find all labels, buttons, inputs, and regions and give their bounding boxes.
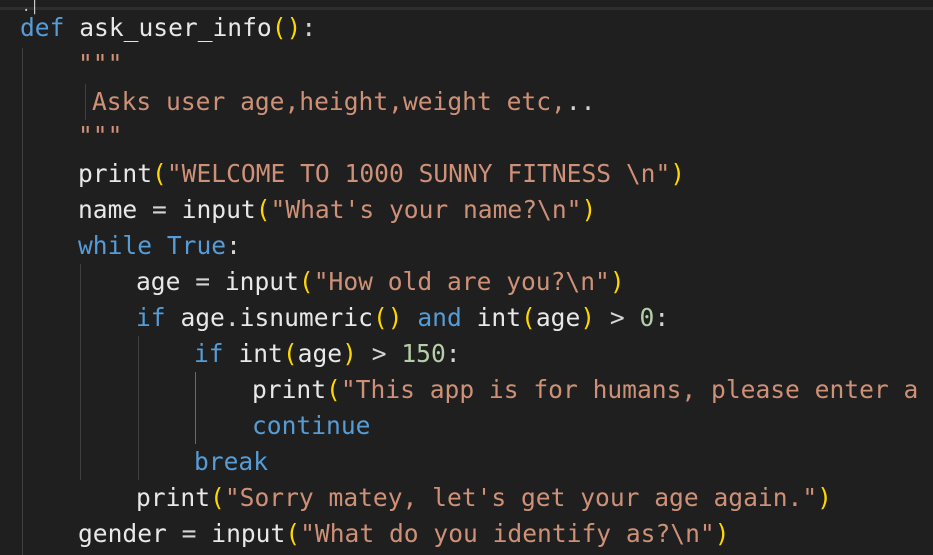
- code-token: (): [271, 13, 302, 42]
- code-token: 150: [401, 339, 446, 368]
- code-token: age: [180, 303, 225, 332]
- code-token: :: [445, 339, 461, 368]
- code-token: isnumeric: [239, 303, 373, 332]
- code-token: name: [78, 195, 138, 224]
- code-token: input: [224, 267, 299, 296]
- code-token: ): [580, 303, 596, 332]
- code-line-4[interactable]: """: [78, 118, 122, 154]
- code-token: >: [595, 303, 640, 332]
- indent-guide-level-1: [22, 48, 23, 555]
- code-line-2[interactable]: """: [78, 46, 122, 82]
- code-token: age: [297, 339, 343, 368]
- code-token: ): [581, 195, 597, 224]
- code-token: (: [210, 483, 225, 512]
- code-token: if: [136, 303, 166, 332]
- code-token: print: [78, 159, 153, 188]
- code-line-3[interactable]: Asks user age,height,weight etc,..: [92, 84, 595, 120]
- docstring-guide: [85, 84, 86, 120]
- code-line-10[interactable]: if int(age) > 150:: [194, 336, 461, 372]
- code-token: "Sorry matey, let's get your age again.": [224, 483, 818, 512]
- code-token: ): [670, 159, 686, 188]
- code-line-8[interactable]: age = input("How old are you?\n"): [136, 264, 625, 300]
- code-token: "How old are you?\n": [313, 267, 610, 296]
- code-token: True: [166, 231, 227, 260]
- code-token: continue: [252, 411, 371, 440]
- code-token: =: [166, 519, 212, 548]
- code-line-5[interactable]: print("WELCOME TO 1000 SUNNY FITNESS \n"…: [78, 156, 685, 192]
- code-token: Asks user age,height,weight etc,: [92, 87, 566, 116]
- code-token: ): [342, 339, 357, 368]
- code-line-7[interactable]: while True:: [78, 228, 241, 264]
- code-token: ): [609, 267, 625, 296]
- code-token: ): [714, 519, 730, 548]
- code-token: int: [238, 339, 283, 368]
- code-token: input: [181, 195, 256, 224]
- code-line-1[interactable]: def ask_user_info():: [20, 10, 316, 46]
- code-token: (: [521, 303, 536, 332]
- code-line-15[interactable]: gender = input("What do you identify as?…: [78, 516, 730, 552]
- code-line-12[interactable]: continue: [252, 408, 370, 444]
- code-token: 0: [639, 303, 655, 332]
- code-token: =: [180, 267, 225, 296]
- indent-guide-level-2: [80, 264, 81, 480]
- code-token: (): [372, 303, 403, 332]
- code-token: input: [211, 519, 286, 548]
- code-token: age: [535, 303, 581, 332]
- code-token: "What's your name?\n": [270, 195, 582, 224]
- code-token: :: [301, 13, 317, 42]
- code-line-11[interactable]: print("This app is for humans, please en…: [252, 372, 933, 408]
- code-token: .: [224, 303, 240, 332]
- code-token: >: [356, 339, 402, 368]
- code-token: while: [78, 231, 153, 260]
- code-token: print: [252, 375, 327, 404]
- code-token: (: [152, 159, 167, 188]
- code-token: (: [282, 339, 298, 368]
- code-token: (: [255, 195, 271, 224]
- code-token: """: [78, 121, 123, 150]
- code-line-14[interactable]: print("Sorry matey, let's get your age a…: [136, 480, 832, 516]
- code-token: :: [226, 231, 241, 260]
- code-line-6[interactable]: name = input("What's your name?\n"): [78, 192, 596, 228]
- code-line-13[interactable]: break: [194, 444, 268, 480]
- code-token: ask_user_info: [79, 13, 272, 42]
- code-token: break: [194, 447, 269, 476]
- code-token: gender: [78, 519, 167, 548]
- code-token: "This app is for humans, please enter a …: [340, 375, 933, 404]
- code-token: ..: [565, 87, 596, 116]
- code-line-9[interactable]: if age.isnumeric() and int(age) > 0:: [136, 300, 669, 336]
- code-token: =: [137, 195, 182, 224]
- code-token: :: [654, 303, 670, 332]
- code-token: (: [285, 519, 301, 548]
- code-token: ): [817, 483, 832, 512]
- code-token: and: [417, 303, 462, 332]
- code-token: "What do you identify as?\n": [300, 519, 715, 548]
- code-token: print: [136, 483, 211, 512]
- code-token: age: [136, 267, 181, 296]
- code-token: (: [298, 267, 314, 296]
- code-editor[interactable]: .| def ask_user_info(): """ Asks user ag…: [0, 0, 933, 555]
- code-token: (: [326, 375, 341, 404]
- indent-guide-level-4: [195, 372, 196, 444]
- code-token: int: [476, 303, 522, 332]
- code-token: "WELCOME TO 1000 SUNNY FITNESS \n": [166, 159, 671, 188]
- code-token: if: [194, 339, 224, 368]
- code-token: def: [20, 13, 65, 42]
- code-token: """: [78, 49, 123, 78]
- indent-guide-level-3: [138, 336, 139, 480]
